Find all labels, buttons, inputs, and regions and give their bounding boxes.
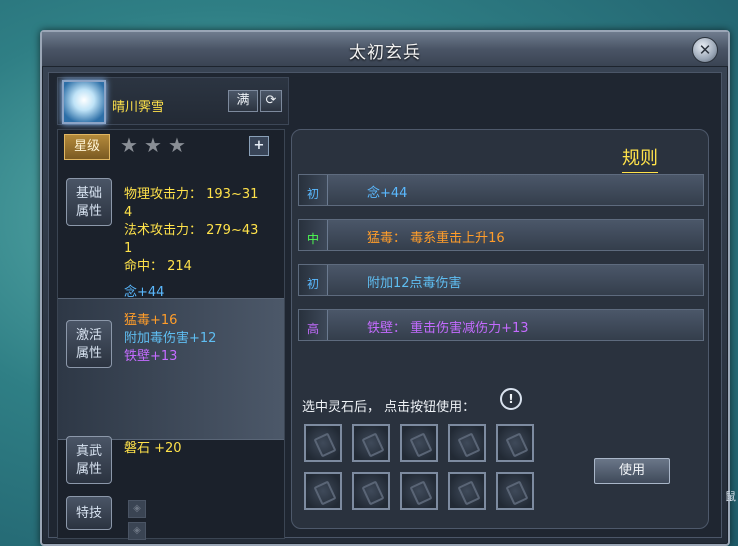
- zhenwu-attr-button[interactable]: 真武 属性: [66, 436, 112, 484]
- rules-title: 规则: [622, 144, 658, 173]
- activate-line-mengdu: 猛毒+16: [124, 313, 178, 328]
- star-plus-button[interactable]: +: [249, 136, 269, 156]
- rule-row: 初 附加12点毒伤害: [298, 264, 704, 296]
- star-icon: ★: [144, 133, 162, 157]
- activate-attr-label-1: 激活: [75, 328, 102, 343]
- base-line: 4: [124, 205, 133, 220]
- rule-row: 高 铁壁： 重击伤害减伤力+13: [298, 309, 704, 341]
- window-body: 晴川霁雪 满 ⟳ 星级 ★ ★ ★ + 基础 属性 物理攻击力： 193~31 …: [48, 72, 722, 540]
- stone-slot[interactable]: [352, 424, 390, 462]
- activate-attr-values-2: 猛毒+16 附加毒伤害+12 铁壁+13: [124, 312, 216, 366]
- stone-slot[interactable]: [448, 472, 486, 510]
- side-label: 鼠: [725, 490, 736, 503]
- base-attr-label-1: 基础: [75, 186, 102, 201]
- stone-slot[interactable]: [304, 424, 342, 462]
- base-attr-button[interactable]: 基础 属性: [66, 178, 112, 226]
- zhenwu-attr-label-2: 属性: [75, 462, 102, 477]
- skill-label: 特技: [75, 506, 102, 521]
- base-attr-values: 物理攻击力： 193~31 4 法术攻击力： 279~43 1 命中： 214: [124, 186, 258, 276]
- star-row: 星级 ★ ★ ★ +: [58, 130, 284, 160]
- activate-line-tiebi: 铁壁+13: [124, 349, 178, 364]
- title-bar[interactable]: 太初玄兵 ✕: [42, 32, 728, 67]
- zhenwu-line: 磐石 +20: [124, 441, 182, 456]
- rule-tag: 高: [299, 310, 328, 340]
- activate-attr-values: 念+44: [124, 284, 164, 302]
- star-level-label: 星级: [64, 134, 110, 160]
- base-line: 1: [124, 241, 133, 256]
- weapon-name: 晴川霁雪: [112, 100, 165, 115]
- use-button[interactable]: 使用: [594, 458, 670, 484]
- skill-button[interactable]: 特技: [66, 496, 112, 530]
- rule-text: 念+44: [367, 186, 408, 201]
- rule-text: 猛毒： 毒系重击上升16: [367, 231, 505, 246]
- rule-tag: 初: [299, 265, 328, 295]
- stone-slot[interactable]: [496, 472, 534, 510]
- stone-hint: 选中灵石后， 点击按钮使用：: [302, 400, 476, 415]
- skill-slot-icon[interactable]: ◈: [128, 500, 146, 518]
- stone-slot[interactable]: [352, 472, 390, 510]
- activate-attr-button[interactable]: 激活 属性: [66, 320, 112, 368]
- rule-row: 中 猛毒： 毒系重击上升16: [298, 219, 704, 251]
- close-button[interactable]: ✕: [692, 37, 718, 63]
- rule-tag: 中: [299, 220, 328, 250]
- xuanbing-window: 太初玄兵 ✕ 晴川霁雪 满 ⟳ 星级 ★ ★ ★ + 基础 属性 物理攻击力： …: [40, 30, 730, 546]
- base-line: 物理攻击力： 193~31: [124, 187, 259, 202]
- weapon-header: 晴川霁雪 满 ⟳: [57, 77, 289, 125]
- rule-text: 附加12点毒伤害: [367, 276, 462, 291]
- refresh-button[interactable]: ⟳: [260, 90, 282, 112]
- activate-attr-label-2: 属性: [75, 346, 102, 361]
- star-icon: ★: [120, 133, 138, 157]
- info-icon[interactable]: !: [500, 388, 522, 410]
- base-line: 命中： 214: [124, 259, 192, 274]
- skill-slot-icon[interactable]: ◈: [128, 522, 146, 540]
- base-line: 法术攻击力： 279~43: [124, 223, 259, 238]
- full-button[interactable]: 满: [228, 90, 258, 112]
- window-title: 太初玄兵: [349, 43, 421, 63]
- weapon-icon[interactable]: [62, 80, 106, 124]
- rules-panel: 规则 初 念+44 中 猛毒： 毒系重击上升16 初 附加12点毒伤害 高 铁壁…: [291, 129, 709, 529]
- zhenwu-attr-label-1: 真武: [75, 444, 102, 459]
- activate-line-poison: 附加毒伤害+12: [124, 331, 217, 346]
- rule-tag: 初: [299, 175, 328, 205]
- base-attr-label-2: 属性: [75, 204, 102, 219]
- stone-slot[interactable]: [448, 424, 486, 462]
- rule-row: 初 念+44: [298, 174, 704, 206]
- activate-line-nian: 念+44: [124, 285, 165, 300]
- star-icon: ★: [168, 133, 186, 157]
- stone-slot[interactable]: [496, 424, 534, 462]
- stone-slot[interactable]: [400, 424, 438, 462]
- stone-slot[interactable]: [400, 472, 438, 510]
- attribute-panel: 星级 ★ ★ ★ + 基础 属性 物理攻击力： 193~31 4 法术攻击力： …: [57, 129, 285, 540]
- rule-text: 铁壁： 重击伤害减伤力+13: [367, 321, 529, 336]
- stone-slot[interactable]: [304, 472, 342, 510]
- zhenwu-attr-values: 磐石 +20: [124, 440, 182, 458]
